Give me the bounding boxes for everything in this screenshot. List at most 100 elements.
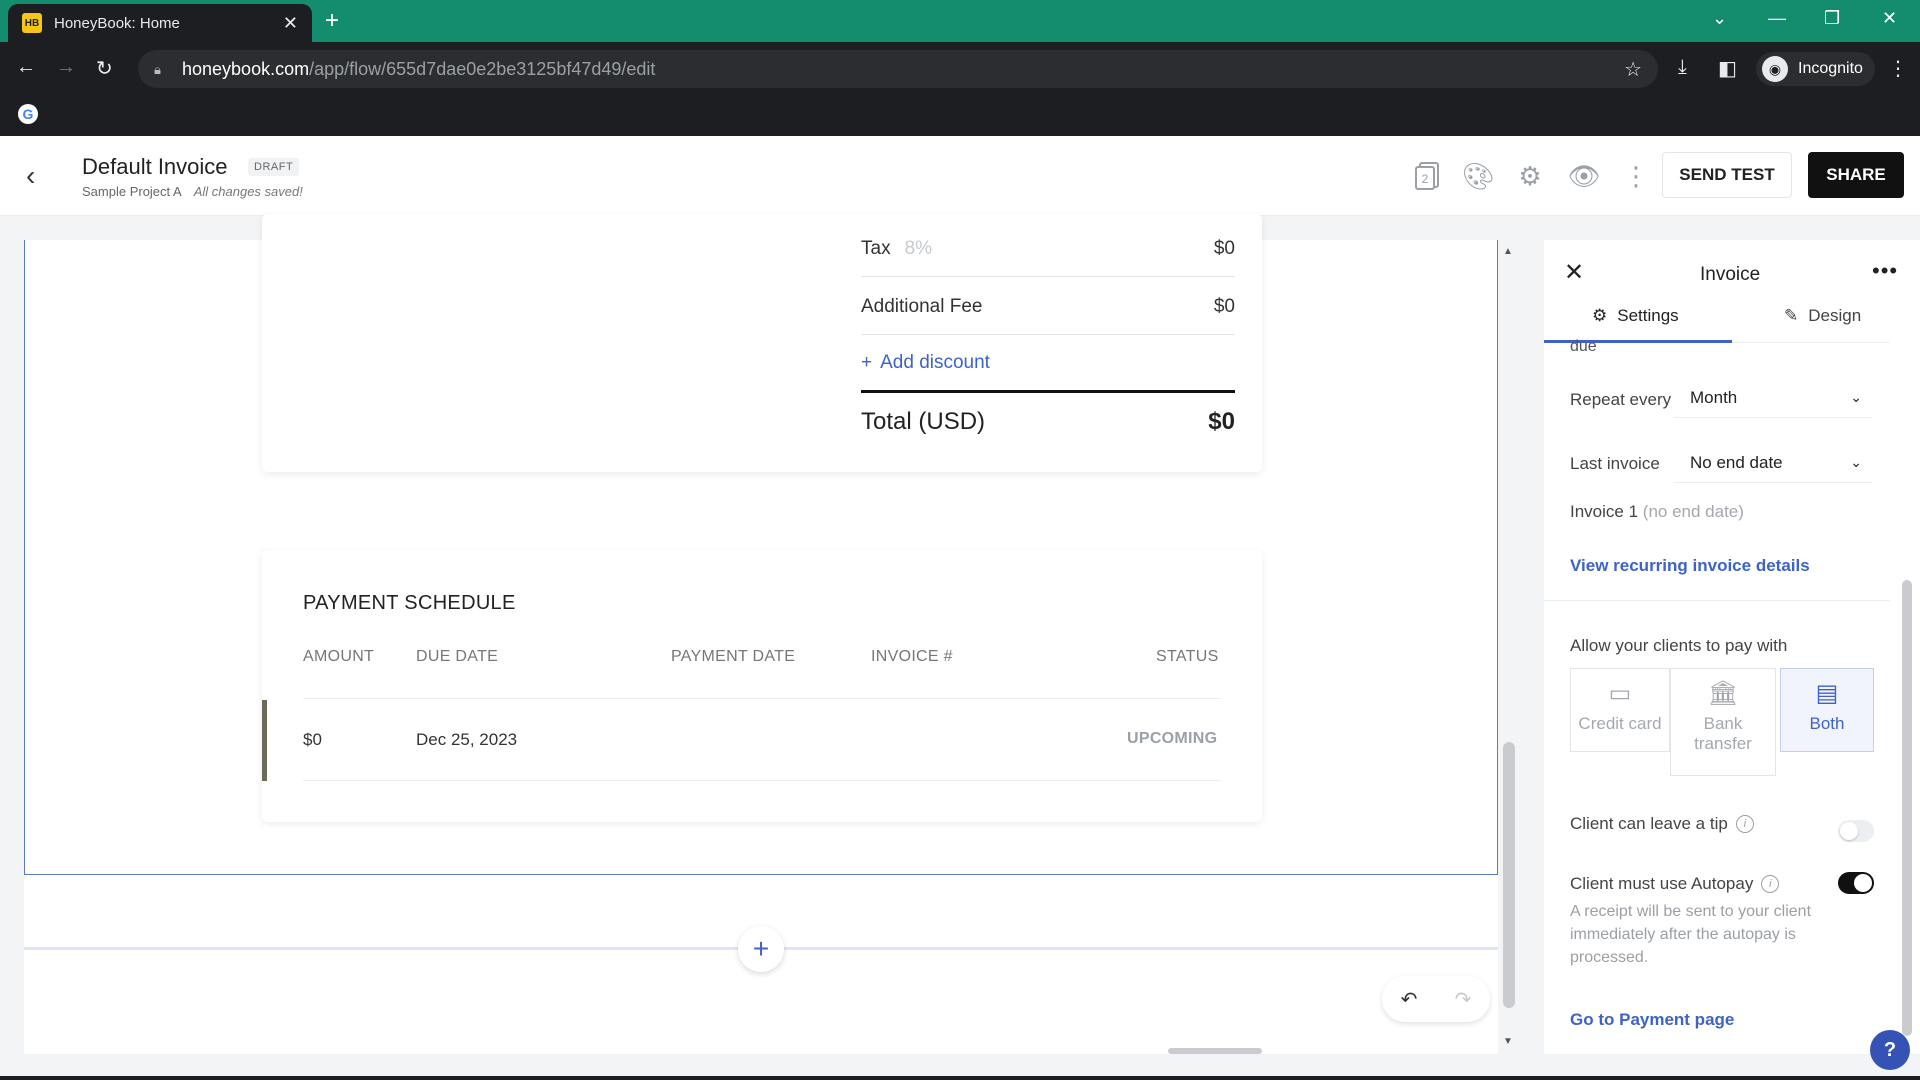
- total-row: Total (USD) $0: [861, 408, 1235, 436]
- close-icon[interactable]: ✕: [1564, 258, 1584, 287]
- due-label-fragment: due: [1570, 338, 1597, 355]
- table-row-amount[interactable]: $0: [303, 730, 322, 750]
- tax-value: $0: [1213, 238, 1235, 259]
- tab-design[interactable]: ✎ Design: [1784, 306, 1861, 326]
- tax-label: Tax: [861, 238, 891, 259]
- panel-scroll-thumb[interactable]: [1902, 580, 1912, 1036]
- column-header-payment-date: PAYMENT DATE: [671, 648, 796, 665]
- go-to-payment-page-link[interactable]: Go to Payment page: [1570, 1010, 1734, 1030]
- browser-tab-bar: HB HoneyBook: Home ✕ + ⌄ — ❐ ✕: [0, 0, 1920, 42]
- table-row-indicator: [262, 700, 267, 781]
- undo-icon[interactable]: ↶: [1401, 987, 1418, 1012]
- tab-settings[interactable]: ⚙ Settings: [1592, 306, 1679, 326]
- tab-close-icon[interactable]: ✕: [283, 13, 298, 34]
- view-recurring-details-link[interactable]: View recurring invoice details: [1570, 556, 1810, 576]
- window-bottom-edge: [0, 1076, 1920, 1080]
- info-icon[interactable]: i: [1761, 875, 1780, 893]
- pay-option-label: Credit card: [1578, 714, 1662, 733]
- tip-setting-label: Client can leave a tip i: [1570, 814, 1754, 834]
- tax-row: Tax 8% $0: [861, 238, 1235, 260]
- bookmarks-bar: G: [0, 96, 1920, 136]
- url-path: /app/flow/655d7dae0e2be3125bf47d49/edit: [309, 58, 656, 79]
- canvas-scroll-thumb[interactable]: [1503, 742, 1515, 1008]
- bookmark-star-icon[interactable]: ☆: [1624, 57, 1642, 82]
- autopay-toggle[interactable]: [1838, 872, 1874, 894]
- total-divider: [861, 390, 1235, 393]
- toggle-knob: [1854, 874, 1872, 892]
- repeat-every-select[interactable]: Month ⌄: [1674, 378, 1872, 418]
- repeat-every-label: Repeat every: [1570, 390, 1672, 409]
- google-icon[interactable]: G: [18, 104, 38, 124]
- side-panel-icon[interactable]: ◧: [1718, 56, 1737, 81]
- more-horizontal-icon[interactable]: •••: [1872, 258, 1898, 284]
- invoice-count: Invoice 1: [1570, 502, 1639, 521]
- divider: [303, 698, 1221, 699]
- scroll-up-icon[interactable]: ▲: [1503, 246, 1513, 257]
- project-name[interactable]: Sample Project A: [82, 184, 182, 199]
- tab-search-chevron-icon[interactable]: ⌄: [1712, 8, 1727, 29]
- add-section-button[interactable]: +: [738, 926, 784, 972]
- incognito-badge[interactable]: ◉ Incognito: [1756, 52, 1875, 86]
- browser-menu-icon[interactable]: ⋮: [1888, 56, 1908, 81]
- divider: [861, 276, 1235, 277]
- url-host: honeybook.com: [182, 58, 310, 79]
- last-invoice-select[interactable]: No end date ⌄: [1674, 443, 1872, 483]
- honeybook-favicon-icon: HB: [22, 13, 42, 33]
- column-header-invoice: INVOICE #: [871, 648, 953, 665]
- pay-option-both[interactable]: ▤ Both: [1780, 668, 1874, 752]
- download-icon[interactable]: ⤓: [1678, 56, 1687, 79]
- back-icon[interactable]: ←: [16, 56, 36, 79]
- settings-gear-icon[interactable]: ⚙: [1514, 160, 1546, 192]
- payment-schedule-title: PAYMENT SCHEDULE: [303, 592, 516, 614]
- pay-option-credit-card[interactable]: ▭ Credit card: [1570, 668, 1670, 752]
- plus-icon: +: [861, 352, 873, 373]
- table-row-due-date[interactable]: Dec 25, 2023: [416, 730, 517, 750]
- gear-icon: ⚙: [1592, 306, 1608, 325]
- address-bar[interactable]: 🔒︎ honeybook.com/app/flow/655d7dae0e2be3…: [138, 50, 1658, 88]
- back-arrow-icon[interactable]: ‹: [26, 160, 35, 192]
- reload-icon[interactable]: ↻: [96, 56, 113, 81]
- fee-label: Additional Fee: [861, 296, 983, 317]
- horizontal-scroll-thumb[interactable]: [1168, 1048, 1262, 1054]
- add-discount-button[interactable]: + Add discount: [861, 352, 990, 374]
- pages-icon[interactable]: 2: [1412, 160, 1444, 192]
- repeat-every-value: Month: [1690, 387, 1738, 407]
- preview-eye-icon[interactable]: 👁︎: [1568, 160, 1601, 192]
- tab-design-label: Design: [1808, 306, 1862, 325]
- column-header-due-date: DUE DATE: [416, 648, 499, 665]
- pay-option-bank-transfer[interactable]: 🏛︎ Bank transfer: [1670, 668, 1776, 776]
- palette-icon[interactable]: 🎨︎: [1462, 160, 1495, 192]
- lock-icon: 🔒︎: [154, 62, 161, 77]
- autopay-description: A receipt will be sent to your client im…: [1570, 903, 1812, 966]
- pencil-icon: ✎: [1784, 306, 1799, 325]
- autopay-label-text: Client must use Autopay: [1570, 874, 1754, 893]
- help-question-icon[interactable]: ?: [1870, 1030, 1910, 1070]
- autopay-setting-label: Client must use Autopay i: [1570, 874, 1780, 894]
- tab-settings-label: Settings: [1617, 306, 1679, 325]
- restore-icon[interactable]: ❐: [1824, 8, 1840, 29]
- more-vertical-icon[interactable]: ⋮: [1620, 160, 1652, 192]
- incognito-icon: ◉: [1762, 56, 1788, 82]
- divider: [303, 780, 1221, 781]
- browser-tab[interactable]: HB HoneyBook: Home ✕: [8, 4, 312, 42]
- minimize-icon[interactable]: —: [1768, 8, 1786, 29]
- last-invoice-value: No end date: [1690, 452, 1783, 472]
- info-icon[interactable]: i: [1735, 815, 1754, 833]
- undo-redo-group: ↶ ↷: [1382, 976, 1490, 1022]
- browser-toolbar: ← → ↻ 🔒︎ honeybook.com/app/flow/655d7dae…: [0, 42, 1920, 96]
- send-test-button[interactable]: SEND TEST: [1662, 152, 1792, 198]
- scroll-down-icon[interactable]: ▼: [1503, 1036, 1513, 1047]
- redo-icon[interactable]: ↷: [1455, 987, 1472, 1012]
- share-button[interactable]: SHARE: [1808, 152, 1904, 198]
- tip-label-text: Client can leave a tip: [1570, 814, 1728, 833]
- tip-toggle[interactable]: [1838, 820, 1874, 842]
- chevron-down-icon: ⌄: [1850, 454, 1862, 470]
- window-close-icon[interactable]: ✕: [1882, 8, 1897, 29]
- invoice-end-note: (no end date): [1642, 502, 1744, 521]
- page-title: Default Invoice: [82, 154, 228, 179]
- fee-value: $0: [1213, 296, 1235, 317]
- new-tab-icon[interactable]: +: [325, 7, 339, 35]
- total-label: Total (USD): [861, 408, 986, 435]
- forward-icon[interactable]: →: [56, 56, 76, 79]
- tax-rate[interactable]: 8%: [905, 238, 932, 259]
